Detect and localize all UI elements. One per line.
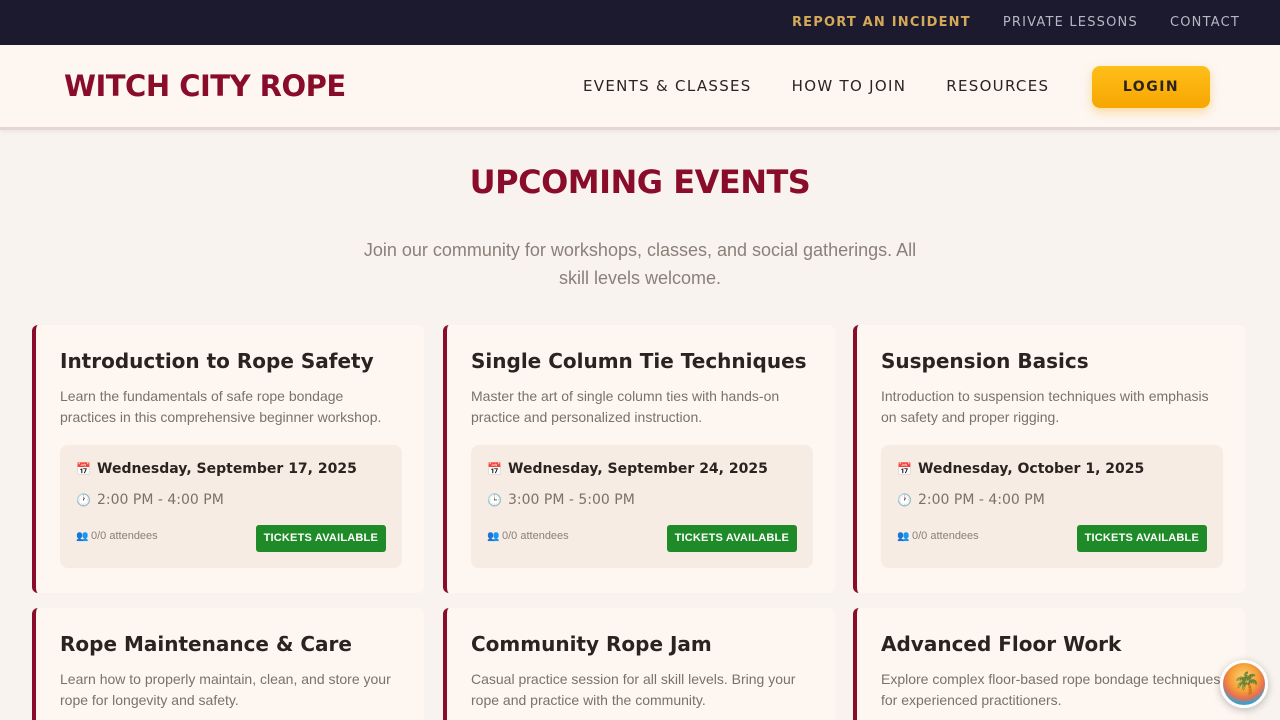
event-details: 📅 Wednesday, September 17, 2025 🕐 2:00 PM … <box>60 445 402 568</box>
event-card[interactable]: Single Column Tie Techniques Master the … <box>443 325 835 593</box>
tickets-available-badge[interactable]: TICKETS AVAILABLE <box>666 525 797 552</box>
calendar-icon: 📅 <box>897 462 912 476</box>
utility-bar: REPORT AN INCIDENT PRIVATE LESSONS CONTA… <box>0 0 1280 45</box>
private-lessons-link[interactable]: PRIVATE LESSONS <box>1003 15 1138 30</box>
event-title[interactable]: Introduction to Rope Safety <box>60 349 374 373</box>
event-attendees: 👥 0/0 attendees <box>487 530 569 542</box>
event-description: Learn how to properly maintain, clean, a… <box>60 671 391 708</box>
event-attendees: 👥 0/0 attendees <box>897 530 979 542</box>
report-incident-link[interactable]: REPORT AN INCIDENT <box>792 15 971 30</box>
event-time-text: 2:00 PM - 4:00 PM <box>918 492 1045 508</box>
clock-icon: 🕐 <box>897 493 912 507</box>
people-icon: 👥 <box>76 531 89 542</box>
clock-icon: 🕐 <box>76 493 91 507</box>
contact-link[interactable]: CONTACT <box>1170 15 1240 30</box>
event-attendees-text: 0/0 attendees <box>912 530 979 542</box>
login-button[interactable]: LOGIN <box>1092 66 1210 108</box>
event-card[interactable]: Introduction to Rope Safety Learn the fu… <box>32 325 424 593</box>
event-card[interactable]: Suspension Basics Introduction to suspen… <box>853 325 1245 593</box>
main-nav: EVENTS & CLASSES HOW TO JOIN RESOURCES <box>583 77 1089 95</box>
event-date: 📅 Wednesday, October 1, 2025 <box>897 461 1144 477</box>
event-title[interactable]: Suspension Basics <box>881 349 1089 373</box>
page-title: UPCOMING EVENTS <box>469 163 811 201</box>
event-title[interactable]: Advanced Floor Work <box>881 632 1121 656</box>
event-date-text: Wednesday, September 24, 2025 <box>508 461 768 477</box>
event-time-text: 3:00 PM - 5:00 PM <box>508 492 635 508</box>
event-card[interactable]: Rope Maintenance & Care Learn how to pro… <box>32 608 424 720</box>
main-header: WITCH CITY ROPE EVENTS & CLASSES HOW TO … <box>0 45 1280 130</box>
calendar-icon: 📅 <box>76 462 91 476</box>
palm-tree-chat-icon: 🌴 <box>1233 671 1261 696</box>
chat-widget-button[interactable]: 🌴 <box>1220 660 1268 708</box>
calendar-icon: 📅 <box>487 462 502 476</box>
event-date: 📅 Wednesday, September 17, 2025 <box>76 461 357 477</box>
event-details: 📅 Wednesday, October 1, 2025 🕐 2:00 PM - 4… <box>881 445 1223 568</box>
event-description: Introduction to suspension techniques wi… <box>881 388 1209 425</box>
event-time: 🕐 2:00 PM - 4:00 PM <box>897 492 1045 508</box>
site-logo[interactable]: WITCH CITY ROPE <box>64 69 346 103</box>
event-time-text: 2:00 PM - 4:00 PM <box>97 492 224 508</box>
event-description: Learn the fundamentals of safe rope bond… <box>60 388 382 425</box>
event-attendees-text: 0/0 attendees <box>502 530 569 542</box>
event-description: Casual practice session for all skill le… <box>471 671 796 708</box>
nav-resources[interactable]: RESOURCES <box>946 77 1049 95</box>
nav-how-to-join[interactable]: HOW TO JOIN <box>792 77 907 95</box>
people-icon: 👥 <box>487 531 500 542</box>
event-attendees: 👥 0/0 attendees <box>76 530 158 542</box>
event-attendees-text: 0/0 attendees <box>91 530 158 542</box>
event-title[interactable]: Community Rope Jam <box>471 632 712 656</box>
event-title[interactable]: Single Column Tie Techniques <box>471 349 807 373</box>
nav-events-classes[interactable]: EVENTS & CLASSES <box>583 77 752 95</box>
event-description: Explore complex floor-based rope bondage… <box>881 671 1221 708</box>
event-date-text: Wednesday, October 1, 2025 <box>918 461 1145 477</box>
event-date-text: Wednesday, September 17, 2025 <box>97 461 357 477</box>
event-title[interactable]: Rope Maintenance & Care <box>60 632 352 656</box>
page-subtitle: Join our community for workshops, classe… <box>363 240 917 288</box>
event-time: 🕒 3:00 PM - 5:00 PM <box>487 492 635 508</box>
tickets-available-badge[interactable]: TICKETS AVAILABLE <box>255 525 386 552</box>
event-details: 📅 Wednesday, September 24, 2025 🕒 3:00 PM … <box>471 445 813 568</box>
event-description: Master the art of single column ties wit… <box>471 388 780 425</box>
clock-icon: 🕒 <box>487 493 502 507</box>
event-card[interactable]: Advanced Floor Work Explore complex floo… <box>853 608 1245 720</box>
event-card[interactable]: Community Rope Jam Casual practice sessi… <box>443 608 835 720</box>
event-date: 📅 Wednesday, September 24, 2025 <box>487 461 768 477</box>
people-icon: 👥 <box>897 531 910 542</box>
event-time: 🕐 2:00 PM - 4:00 PM <box>76 492 224 508</box>
tickets-available-badge[interactable]: TICKETS AVAILABLE <box>1076 525 1207 552</box>
